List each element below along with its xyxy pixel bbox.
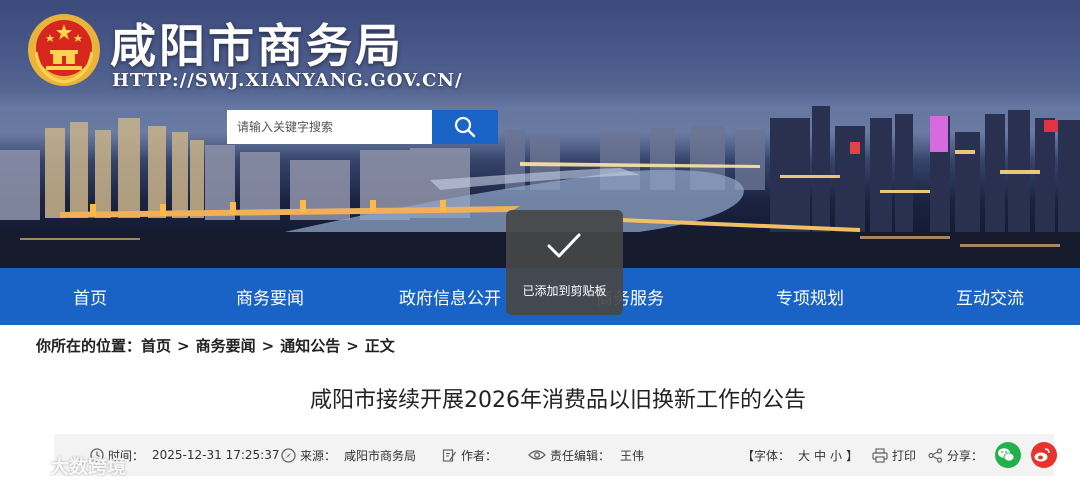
time-value: 2025-12-31 17:25:37 bbox=[152, 448, 280, 462]
font-size-close: 】 bbox=[846, 448, 859, 463]
breadcrumb-news[interactable]: 商务要闻 bbox=[196, 335, 256, 356]
weibo-icon bbox=[1034, 448, 1050, 462]
national-emblem-icon bbox=[28, 14, 100, 86]
breadcrumb: 你所在的位置： 首页 > 商务要闻 > 通知公告 > 正文 bbox=[36, 335, 395, 356]
breadcrumb-separator: > bbox=[177, 336, 190, 355]
breadcrumb-home[interactable]: 首页 bbox=[141, 335, 171, 356]
share-group: 分享： bbox=[928, 434, 1058, 476]
weibo-share-button[interactable] bbox=[1031, 442, 1058, 468]
site-url: HTTP://SWJ.XIANYANG.GOV.CN/ bbox=[112, 70, 463, 91]
editor-value: 王伟 bbox=[620, 448, 645, 463]
article-title: 咸阳市接续开展2026年消费品以旧换新工作的公告 bbox=[310, 388, 806, 413]
share-icon bbox=[928, 447, 943, 463]
meta-editor: 责任编辑： 王伟 bbox=[528, 434, 644, 476]
print-button[interactable]: 打印 bbox=[872, 434, 916, 476]
breadcrumb-separator: > bbox=[346, 336, 359, 355]
wechat-share-button[interactable] bbox=[995, 442, 1022, 468]
toast-message: 已添加到剪贴板 bbox=[522, 284, 607, 298]
wechat-icon bbox=[998, 448, 1015, 462]
printer-icon bbox=[872, 447, 888, 463]
eye-icon bbox=[528, 450, 546, 460]
breadcrumb-current: 正文 bbox=[364, 337, 395, 355]
nav-item-planning[interactable]: 专项规划 bbox=[720, 268, 900, 325]
nav-item-news[interactable]: 商务要闻 bbox=[180, 268, 360, 325]
nav-item-home[interactable]: 首页 bbox=[0, 268, 180, 325]
print-label: 打印 bbox=[892, 448, 917, 463]
search-button[interactable] bbox=[432, 110, 498, 144]
breadcrumb-prefix: 你所在的位置： bbox=[36, 337, 142, 355]
nav-item-interaction[interactable]: 互动交流 bbox=[900, 268, 1080, 325]
watermark: 大数跨境 bbox=[8, 452, 126, 479]
watermark-logo-icon bbox=[10, 455, 49, 475]
font-size-large[interactable]: 大 bbox=[798, 447, 810, 464]
share-label: 分享： bbox=[947, 448, 984, 463]
breadcrumb-notices[interactable]: 通知公告 bbox=[280, 335, 340, 356]
search-input[interactable] bbox=[227, 110, 432, 144]
edit-icon bbox=[442, 448, 457, 462]
font-size-medium[interactable]: 中 bbox=[814, 447, 826, 464]
site-title: 咸阳市商务局 bbox=[110, 19, 404, 73]
font-size-control: 【字体： 大 中 小 】 bbox=[742, 434, 858, 476]
source-label: 来源： bbox=[300, 448, 337, 463]
source-value: 咸阳市商务局 bbox=[344, 448, 417, 463]
search-icon bbox=[454, 116, 476, 138]
breadcrumb-separator: > bbox=[261, 336, 275, 355]
article-meta-bar: 时间： 2025-12-31 17:25:37 来源： 咸阳市商务局 作者： 责… bbox=[54, 434, 1058, 476]
checkmark-icon bbox=[547, 233, 581, 258]
editor-label: 责任编辑： bbox=[550, 448, 611, 463]
watermark-text: 大数跨境 bbox=[50, 456, 127, 478]
font-size-small[interactable]: 小 bbox=[830, 447, 842, 464]
clipboard-toast: 已添加到剪贴板 bbox=[506, 210, 623, 315]
font-size-label: 【字体： bbox=[742, 448, 791, 463]
meta-source: 来源： 咸阳市商务局 bbox=[281, 434, 416, 476]
compass-icon bbox=[281, 447, 296, 463]
author-label: 作者： bbox=[461, 448, 498, 463]
meta-author: 作者： bbox=[442, 434, 497, 476]
